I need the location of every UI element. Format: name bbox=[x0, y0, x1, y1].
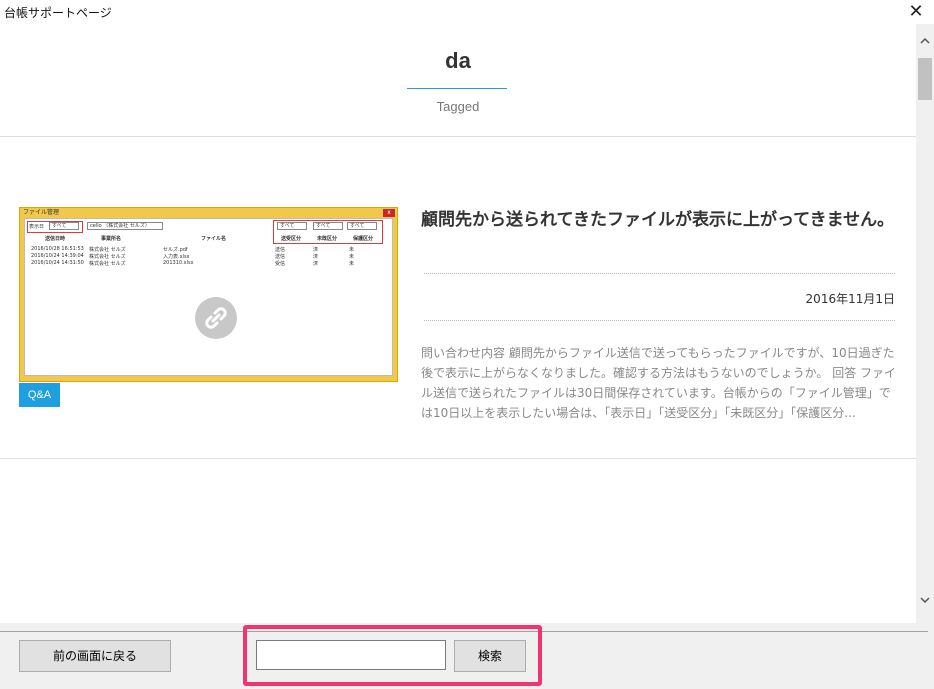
chevron-up-icon[interactable] bbox=[916, 36, 934, 52]
divider bbox=[0, 136, 916, 137]
thumb-cell: 株式会社 セルズ bbox=[89, 254, 126, 260]
bottom-toolbar: 前の画面に戻る 検索 bbox=[0, 623, 934, 689]
divider bbox=[424, 273, 895, 274]
thumb-cell: 送信 bbox=[275, 254, 286, 260]
page-subtitle: Tagged bbox=[436, 99, 480, 114]
thumb-window-body: 表示日 すべて cello （株式会社 セルズ） すべて すべて すべて 送信日… bbox=[24, 218, 393, 376]
thumb-dropdown: すべて bbox=[347, 222, 377, 230]
thumb-col-header: 送受区分 bbox=[281, 236, 302, 242]
thumb-cell: 入力表.xlsx bbox=[163, 254, 190, 260]
close-icon[interactable]: ✕ bbox=[906, 2, 926, 22]
thumb-dropdown: すべて bbox=[313, 222, 343, 230]
divider bbox=[0, 458, 916, 459]
thumb-cell: 2016/10/24 14:39:04 bbox=[31, 253, 84, 259]
thumb-cell: 受信 bbox=[275, 261, 286, 267]
chevron-down-icon[interactable] bbox=[916, 595, 934, 611]
article-date: 2016年11月1日 bbox=[805, 292, 895, 306]
thumb-cell: 株式会社 セルズ bbox=[89, 247, 126, 253]
highlight-annotation bbox=[243, 625, 542, 686]
thumb-cell: 済 bbox=[313, 254, 319, 260]
title-underline bbox=[407, 88, 507, 89]
window-title: 台帳サポートページ bbox=[4, 6, 112, 20]
thumb-company-select: cello （株式会社 セルズ） bbox=[87, 222, 163, 230]
page-content: da Tagged ファイル管理 x 表示日 すべて cello （株式会社 セ… bbox=[0, 24, 916, 623]
vertical-scrollbar[interactable] bbox=[916, 24, 934, 623]
thumb-cell: 未 bbox=[349, 247, 355, 253]
thumb-cell: 株式会社 セルズ bbox=[89, 261, 126, 267]
article-excerpt: 問い合わせ内容 顧問先からファイル送信で送ってもらったファイルですが、10日過ぎ… bbox=[421, 346, 897, 420]
thumb-filter-select: すべて bbox=[49, 222, 79, 230]
thumb-cell: セルズ.pdf bbox=[163, 247, 188, 253]
thumb-col-header: ファイル名 bbox=[201, 236, 227, 242]
thumb-cell: 2016/10/24 14:31:50 bbox=[31, 260, 84, 266]
category-badge[interactable]: Q&A bbox=[19, 383, 60, 407]
thumb-col-header: 未既区分 bbox=[317, 236, 338, 242]
divider bbox=[424, 320, 895, 321]
article-title[interactable]: 顧問先から送られてきたファイルが表示に上がってきません。 bbox=[421, 207, 901, 233]
thumb-cell: 送信 bbox=[275, 247, 286, 253]
page-title: da bbox=[445, 48, 471, 73]
thumb-cell: 未 bbox=[349, 254, 355, 260]
thumb-cell: 2016/10/28 16:51:53 bbox=[31, 246, 84, 252]
thumb-cell: 済 bbox=[313, 261, 319, 267]
thumb-col-header: 送信日時 bbox=[45, 236, 66, 242]
thumb-cell: 未 bbox=[349, 261, 355, 267]
thumb-col-header: 保護区分 bbox=[353, 236, 374, 242]
link-icon bbox=[195, 297, 237, 339]
thumb-cell: 済 bbox=[313, 247, 319, 253]
thumb-dropdown: すべて bbox=[277, 222, 307, 230]
article-thumbnail[interactable]: ファイル管理 x 表示日 すべて cello （株式会社 セルズ） すべて すべ… bbox=[19, 207, 398, 382]
thumb-window-title: ファイル管理 bbox=[23, 209, 60, 216]
app-window: 台帳サポートページ ✕ da Tagged ファイル管理 x 表示日 すべて c… bbox=[0, 0, 934, 689]
scrollbar-thumb[interactable] bbox=[918, 58, 932, 100]
thumb-close-icon: x bbox=[383, 209, 395, 217]
back-button[interactable]: 前の画面に戻る bbox=[19, 640, 171, 672]
thumb-col-header: 事業所名 bbox=[101, 236, 122, 242]
title-bar: 台帳サポートページ ✕ bbox=[0, 0, 934, 24]
thumb-cell: 201310.xlsx bbox=[163, 260, 194, 266]
thumb-filter-label: 表示日 bbox=[29, 224, 45, 230]
